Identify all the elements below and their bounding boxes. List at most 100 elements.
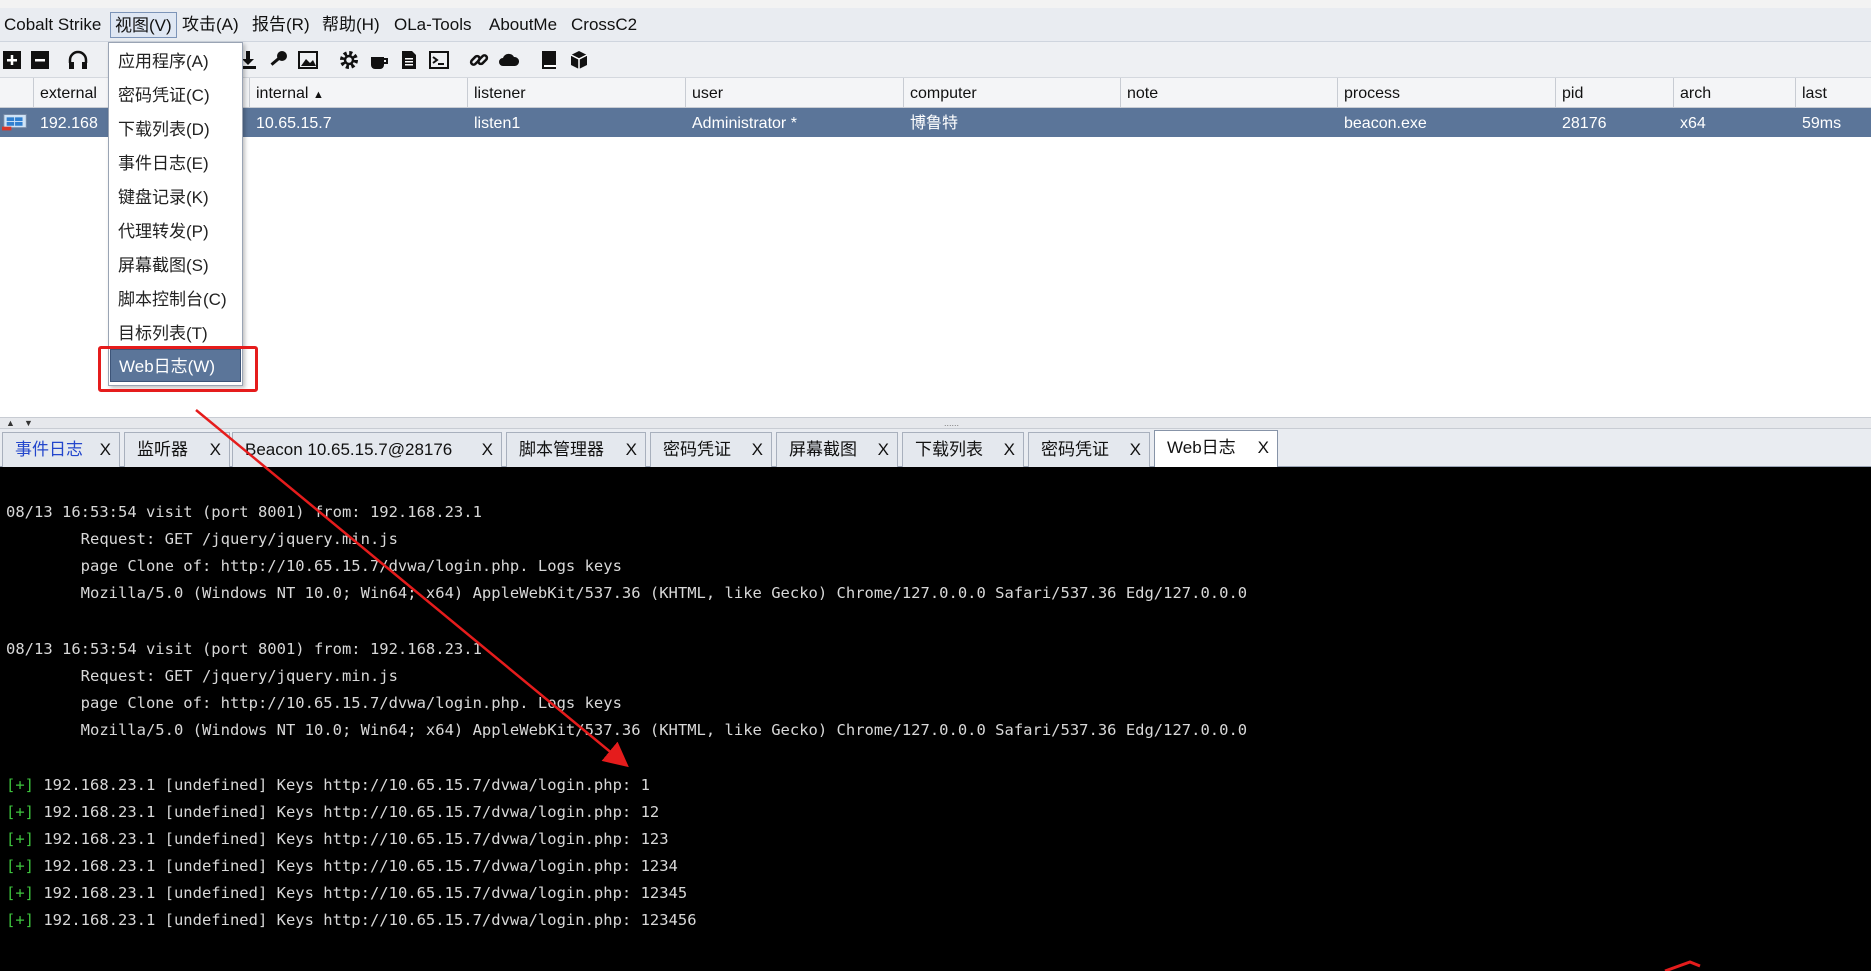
column-note[interactable]: note bbox=[1121, 78, 1338, 108]
menu-attack[interactable]: 攻击(A) bbox=[178, 12, 243, 38]
document-icon[interactable] bbox=[397, 48, 421, 72]
log-line: 08/13 16:53:54 visit (port 8001) from: 1… bbox=[6, 640, 482, 658]
windows-host-icon bbox=[0, 108, 34, 137]
terminal-icon[interactable] bbox=[427, 48, 451, 72]
menu-ola-tools[interactable]: OLa-Tools bbox=[390, 12, 475, 38]
tab-label: Beacon 10.65.15.7@28176 bbox=[245, 440, 453, 459]
tab-beacon[interactable]: Beacon 10.65.15.7@28176 X bbox=[232, 432, 502, 467]
link-icon[interactable] bbox=[467, 48, 491, 72]
menu-view[interactable]: 视图(V) bbox=[110, 12, 177, 38]
sort-ascending-icon: ▲ bbox=[312, 89, 324, 101]
success-marker: [+] bbox=[6, 911, 34, 929]
pane-splitter[interactable]: ▲ ▼ ...... bbox=[0, 417, 1871, 429]
cell-computer: 博鲁特 bbox=[910, 115, 959, 132]
close-icon[interactable]: X bbox=[100, 433, 111, 466]
tab-label: 密码凭证 bbox=[663, 440, 731, 459]
menu-item-screenshots[interactable]: 屏幕截图(S) bbox=[110, 249, 241, 282]
menu-item-event-log[interactable]: 事件日志(E) bbox=[110, 147, 241, 180]
close-icon[interactable]: X bbox=[1004, 433, 1015, 466]
success-marker: [+] bbox=[6, 884, 34, 902]
tab-screenshots[interactable]: 屏幕截图 X bbox=[776, 432, 898, 467]
menu-report[interactable]: 报告(R) bbox=[248, 12, 314, 38]
column-last[interactable]: last bbox=[1796, 78, 1871, 108]
column-user[interactable]: user bbox=[686, 78, 904, 108]
tab-script-manager[interactable]: 脚本管理器 X bbox=[506, 432, 646, 467]
menu-cobalt-strike[interactable]: Cobalt Strike bbox=[0, 12, 105, 38]
column-computer[interactable]: computer bbox=[904, 78, 1121, 108]
splitter-grip[interactable]: ...... bbox=[944, 419, 959, 428]
tab-label: 事件日志 bbox=[15, 440, 83, 459]
menu-item-applications[interactable]: 应用程序(A) bbox=[110, 45, 241, 78]
key-log-line: [+] 192.168.23.1 [undefined] Keys http:/… bbox=[6, 911, 697, 929]
column-arch[interactable]: arch bbox=[1674, 78, 1796, 108]
cloud-icon[interactable] bbox=[497, 48, 521, 72]
window-top-edge bbox=[0, 0, 1871, 8]
close-icon[interactable]: X bbox=[752, 433, 763, 466]
menu-item-proxy-pivots[interactable]: 代理转发(P) bbox=[110, 215, 241, 248]
column-internal[interactable]: internal ▲ bbox=[250, 78, 468, 108]
table-row[interactable]: 192.168 10.65.15.7 listen1 Administrator… bbox=[0, 108, 1871, 137]
key-log-line: [+] 192.168.23.1 [undefined] Keys http:/… bbox=[6, 884, 688, 902]
cobalt-strike-window: Cobalt Strike 视图(V) 攻击(A) 报告(R) 帮助(H) OL… bbox=[0, 0, 1871, 971]
tab-event-log[interactable]: 事件日志 X bbox=[2, 432, 120, 467]
close-icon[interactable]: X bbox=[210, 433, 221, 466]
close-icon[interactable]: X bbox=[482, 433, 493, 466]
tab-label: Web日志 bbox=[1167, 438, 1236, 457]
success-marker: [+] bbox=[6, 857, 34, 875]
close-icon[interactable]: X bbox=[1258, 431, 1269, 464]
package-icon[interactable] bbox=[567, 48, 591, 72]
close-icon[interactable]: X bbox=[878, 433, 889, 466]
tab-label: 屏幕截图 bbox=[789, 440, 857, 459]
key-icon[interactable] bbox=[266, 48, 290, 72]
tab-downloads[interactable]: 下载列表 X bbox=[902, 432, 1024, 467]
key-log-line: [+] 192.168.23.1 [undefined] Keys http:/… bbox=[6, 857, 678, 875]
tab-label: 监听器 bbox=[137, 440, 188, 459]
key-log-line: [+] 192.168.23.1 [undefined] Keys http:/… bbox=[6, 803, 660, 821]
log-line: page Clone of: http://10.65.15.7/dvwa/lo… bbox=[6, 557, 622, 575]
tab-label: 下载列表 bbox=[915, 440, 983, 459]
plus-icon[interactable] bbox=[0, 48, 24, 72]
menu-crossc2[interactable]: CrossC2 bbox=[567, 12, 641, 38]
log-line: Mozilla/5.0 (Windows NT 10.0; Win64; x64… bbox=[6, 721, 1248, 739]
success-marker: [+] bbox=[6, 830, 34, 848]
menu-item-downloads[interactable]: 下载列表(D) bbox=[110, 113, 241, 146]
menu-item-keystrokes[interactable]: 键盘记录(K) bbox=[110, 181, 241, 214]
book-icon[interactable] bbox=[537, 48, 561, 72]
cell-user: Administrator * bbox=[692, 115, 797, 132]
tab-credentials-2[interactable]: 密码凭证 X bbox=[1028, 432, 1150, 467]
coffee-icon[interactable] bbox=[367, 48, 391, 72]
close-icon[interactable]: X bbox=[1130, 433, 1141, 466]
column-icon[interactable] bbox=[0, 78, 34, 108]
log-line: Mozilla/5.0 (Windows NT 10.0; Win64; x64… bbox=[6, 584, 1248, 602]
cell-internal: 10.65.15.7 bbox=[256, 115, 332, 132]
cell-last: 59ms bbox=[1802, 115, 1842, 132]
tab-credentials[interactable]: 密码凭证 X bbox=[650, 432, 772, 467]
column-pid[interactable]: pid bbox=[1556, 78, 1674, 108]
menu-help[interactable]: 帮助(H) bbox=[318, 12, 384, 38]
beacon-table-header: external internal ▲ listener user comput… bbox=[0, 78, 1871, 108]
gear-icon[interactable] bbox=[337, 48, 361, 72]
image-icon[interactable] bbox=[296, 48, 320, 72]
menu-item-credentials[interactable]: 密码凭证(C) bbox=[110, 79, 241, 112]
beacon-table-empty-area[interactable] bbox=[0, 137, 1871, 417]
tab-listeners[interactable]: 监听器 X bbox=[124, 432, 230, 467]
headphones-icon[interactable] bbox=[66, 48, 90, 72]
log-line: 08/13 16:53:54 visit (port 8001) from: 1… bbox=[6, 503, 482, 521]
log-line: Request: GET /jquery/jquery.min.js bbox=[6, 667, 398, 685]
close-icon[interactable]: X bbox=[626, 433, 637, 466]
tab-web-log[interactable]: Web日志 X bbox=[1154, 430, 1278, 467]
web-log-console[interactable]: 08/13 16:53:54 visit (port 8001) from: 1… bbox=[0, 467, 1871, 971]
log-line: Request: GET /jquery/jquery.min.js bbox=[6, 530, 398, 548]
collapse-down-icon[interactable]: ▼ bbox=[24, 418, 33, 428]
key-log-line: [+] 192.168.23.1 [undefined] Keys http:/… bbox=[6, 776, 650, 794]
column-process[interactable]: process bbox=[1338, 78, 1556, 108]
tab-bar: 事件日志 X 监听器 X Beacon 10.65.15.7@28176 X 脚… bbox=[0, 429, 1871, 467]
view-menu-dropdown: 应用程序(A) 密码凭证(C) 下载列表(D) 事件日志(E) 键盘记录(K) … bbox=[108, 42, 243, 386]
key-log-line: [+] 192.168.23.1 [undefined] Keys http:/… bbox=[6, 830, 669, 848]
menu-item-script-console[interactable]: 脚本控制台(C) bbox=[110, 283, 241, 316]
column-listener[interactable]: listener bbox=[468, 78, 686, 108]
menu-aboutme[interactable]: AboutMe bbox=[485, 12, 561, 38]
cell-process: beacon.exe bbox=[1344, 115, 1427, 132]
minus-icon[interactable] bbox=[28, 48, 52, 72]
collapse-up-icon[interactable]: ▲ bbox=[6, 418, 15, 428]
